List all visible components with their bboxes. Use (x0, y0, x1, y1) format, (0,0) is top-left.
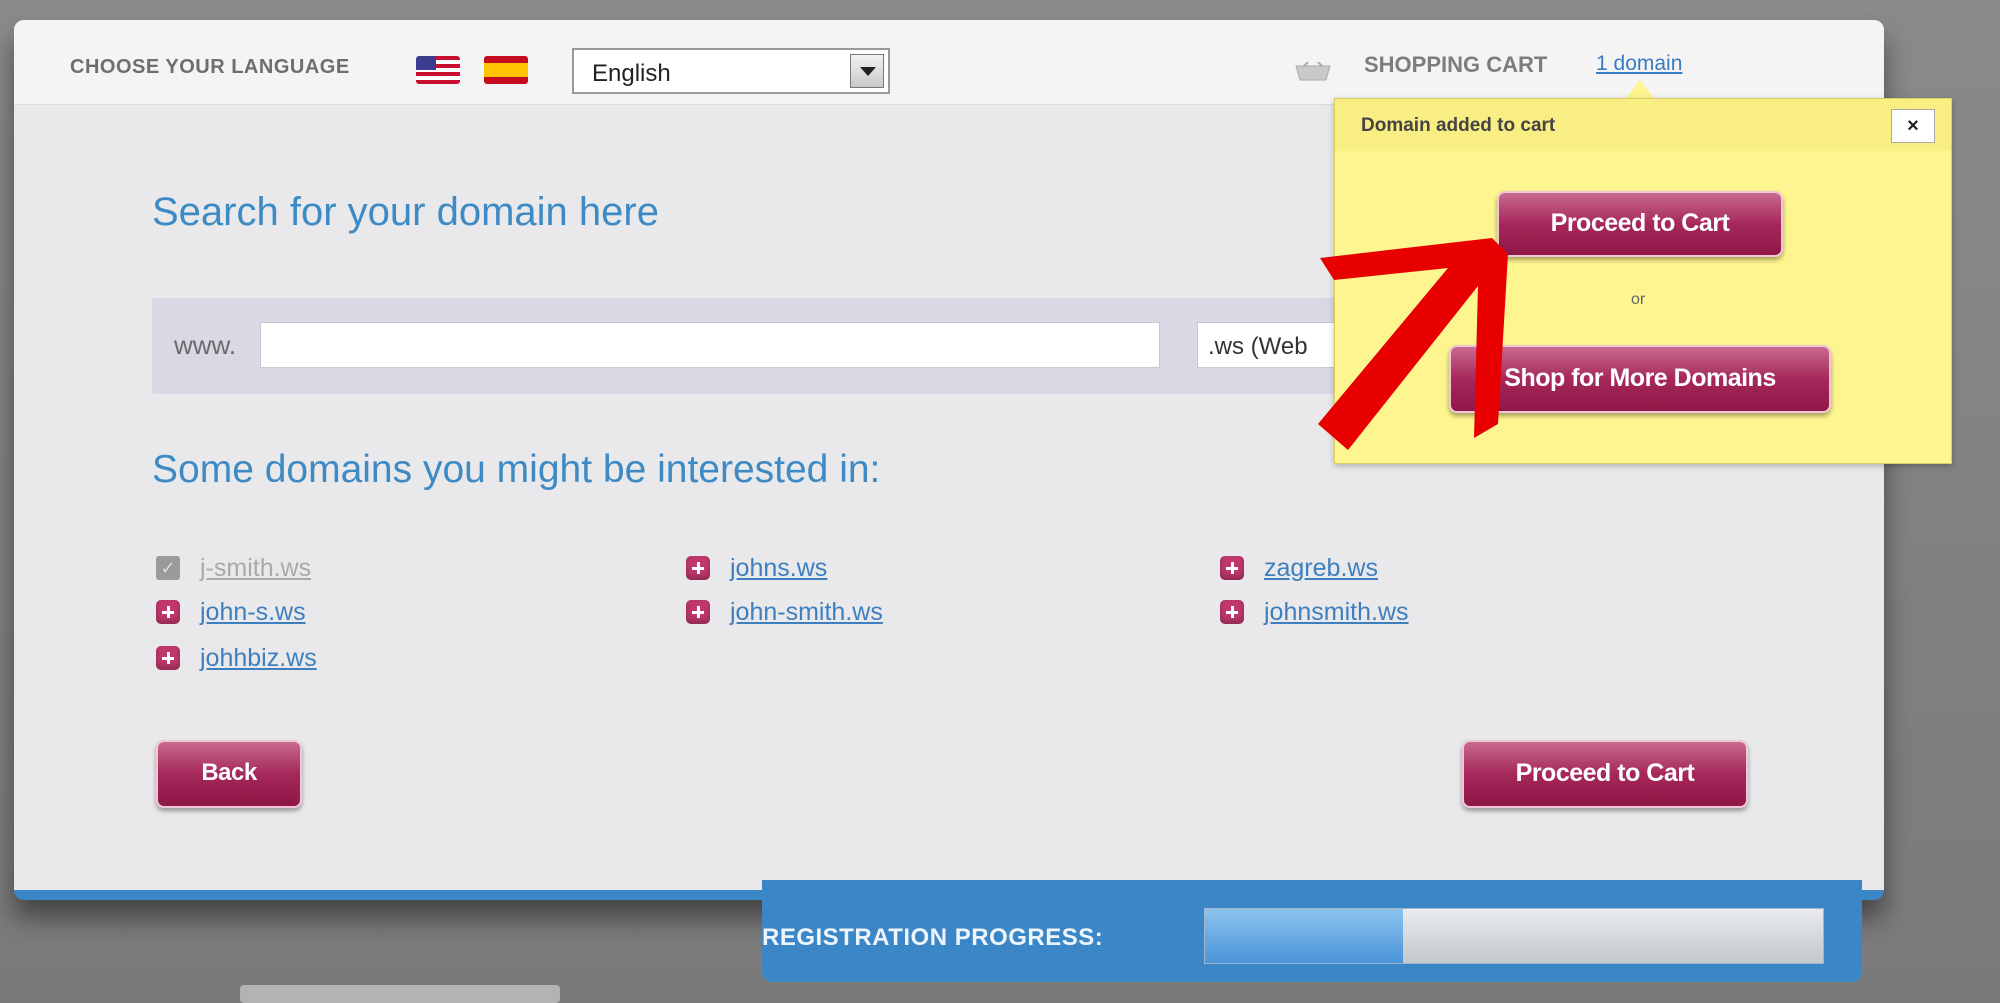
cart-count-link[interactable]: 1 domain (1596, 52, 1682, 76)
footer-fragment (240, 985, 560, 1003)
suggestion-link[interactable]: zagreb.ws (1264, 554, 1378, 583)
back-button[interactable]: Back (156, 740, 302, 808)
search-title: Search for your domain here (152, 190, 659, 234)
language-label: CHOOSE YOUR LANGUAGE (70, 56, 350, 78)
add-domain-icon[interactable] (1220, 600, 1244, 624)
domain-search-input[interactable] (260, 322, 1160, 368)
popup-header: Domain added to cart × (1335, 99, 1951, 151)
popup-proceed-to-cart-button[interactable]: Proceed to Cart (1497, 191, 1783, 257)
shopping-cart-label: SHOPPING CART (1364, 52, 1548, 77)
suggestion-link[interactable]: j-smith.ws (200, 554, 311, 583)
shopping-cart-icon (1295, 62, 1331, 81)
checked-icon: ✓ (156, 556, 180, 580)
suggestion-link[interactable]: johnsmith.ws (1264, 598, 1409, 627)
registration-progress-fill (1205, 909, 1403, 963)
proceed-to-cart-button[interactable]: Proceed to Cart (1462, 740, 1748, 808)
language-select[interactable]: English (572, 48, 890, 94)
us-flag-icon[interactable] (416, 56, 460, 84)
spain-flag-icon[interactable] (484, 56, 528, 84)
popup-title: Domain added to cart (1361, 115, 1556, 136)
suggestions-title: Some domains you might be interested in: (152, 448, 881, 491)
tld-select-value: .ws (Web (1208, 333, 1308, 360)
shop-more-domains-button[interactable]: Shop for More Domains (1449, 345, 1831, 413)
add-domain-icon[interactable] (686, 600, 710, 624)
top-bar: CHOOSE YOUR LANGUAGE English SHOPPING CA… (14, 20, 1884, 105)
add-domain-icon[interactable] (156, 646, 180, 670)
close-icon[interactable]: × (1891, 109, 1935, 143)
add-domain-icon[interactable] (686, 556, 710, 580)
suggestion-link[interactable]: john-s.ws (200, 598, 306, 627)
registration-progress-panel: REGISTRATION PROGRESS: (762, 880, 1862, 982)
add-domain-icon[interactable] (1220, 556, 1244, 580)
suggestion-link[interactable]: johhbiz.ws (200, 644, 317, 673)
suggestion-link[interactable]: johns.ws (730, 554, 827, 583)
search-row: www. .ws (Web (152, 298, 1437, 394)
registration-progress-bar (1204, 908, 1824, 964)
cart-popup: Domain added to cart × Proceed to Cart o… (1334, 98, 1952, 464)
suggestion-link[interactable]: john-smith.ws (730, 598, 883, 627)
popup-or-text: or (1631, 291, 1646, 308)
registration-progress-label: REGISTRATION PROGRESS: (762, 924, 1104, 951)
popup-pointer (1626, 80, 1654, 98)
language-select-value: English (592, 60, 671, 87)
add-domain-icon[interactable] (156, 600, 180, 624)
dropdown-arrow-icon[interactable] (850, 54, 884, 88)
www-prefix: www. (174, 330, 237, 360)
